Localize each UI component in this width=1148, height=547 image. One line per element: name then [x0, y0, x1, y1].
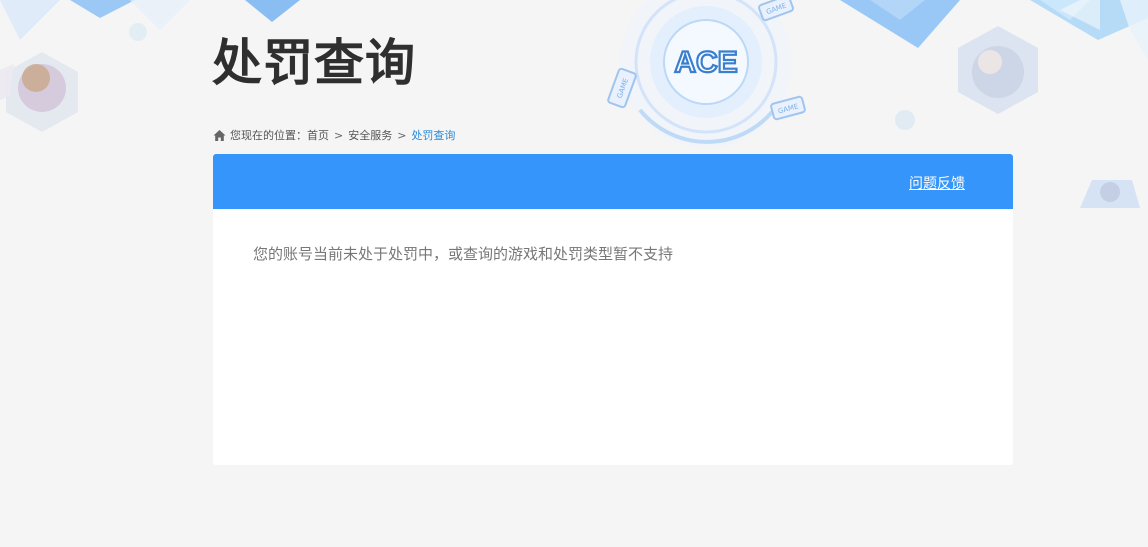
game-badge-text: GAME [616, 77, 631, 99]
breadcrumb-separator: > [397, 128, 407, 142]
result-panel: 问题反馈 您的账号当前未处于处罚中，或查询的游戏和处罚类型暂不支持 [213, 154, 1013, 465]
ace-logo: ACE [664, 42, 748, 82]
game-badge-text: GAME [777, 102, 799, 115]
breadcrumb-prefix: 您现在的位置： [230, 129, 307, 142]
feedback-link[interactable]: 问题反馈 [909, 173, 965, 193]
panel-header: 问题反馈 [213, 154, 1013, 209]
breadcrumb-separator: > [334, 128, 344, 142]
home-icon [213, 129, 226, 142]
breadcrumb-current: 处罚查询 [411, 129, 456, 142]
breadcrumb-security-link[interactable]: 安全服务 [348, 127, 392, 143]
breadcrumb-home-link[interactable]: 首页 [307, 127, 329, 143]
page-title: 处罚查询 [212, 34, 416, 92]
ace-logo-text: ACE [674, 46, 737, 79]
breadcrumb: 您现在的位置： 首页 > 安全服务 > 处罚查询 [213, 127, 455, 143]
game-badge-text: GAME [765, 2, 787, 17]
status-message: 您的账号当前未处于处罚中，或查询的游戏和处罚类型暂不支持 [253, 245, 674, 263]
